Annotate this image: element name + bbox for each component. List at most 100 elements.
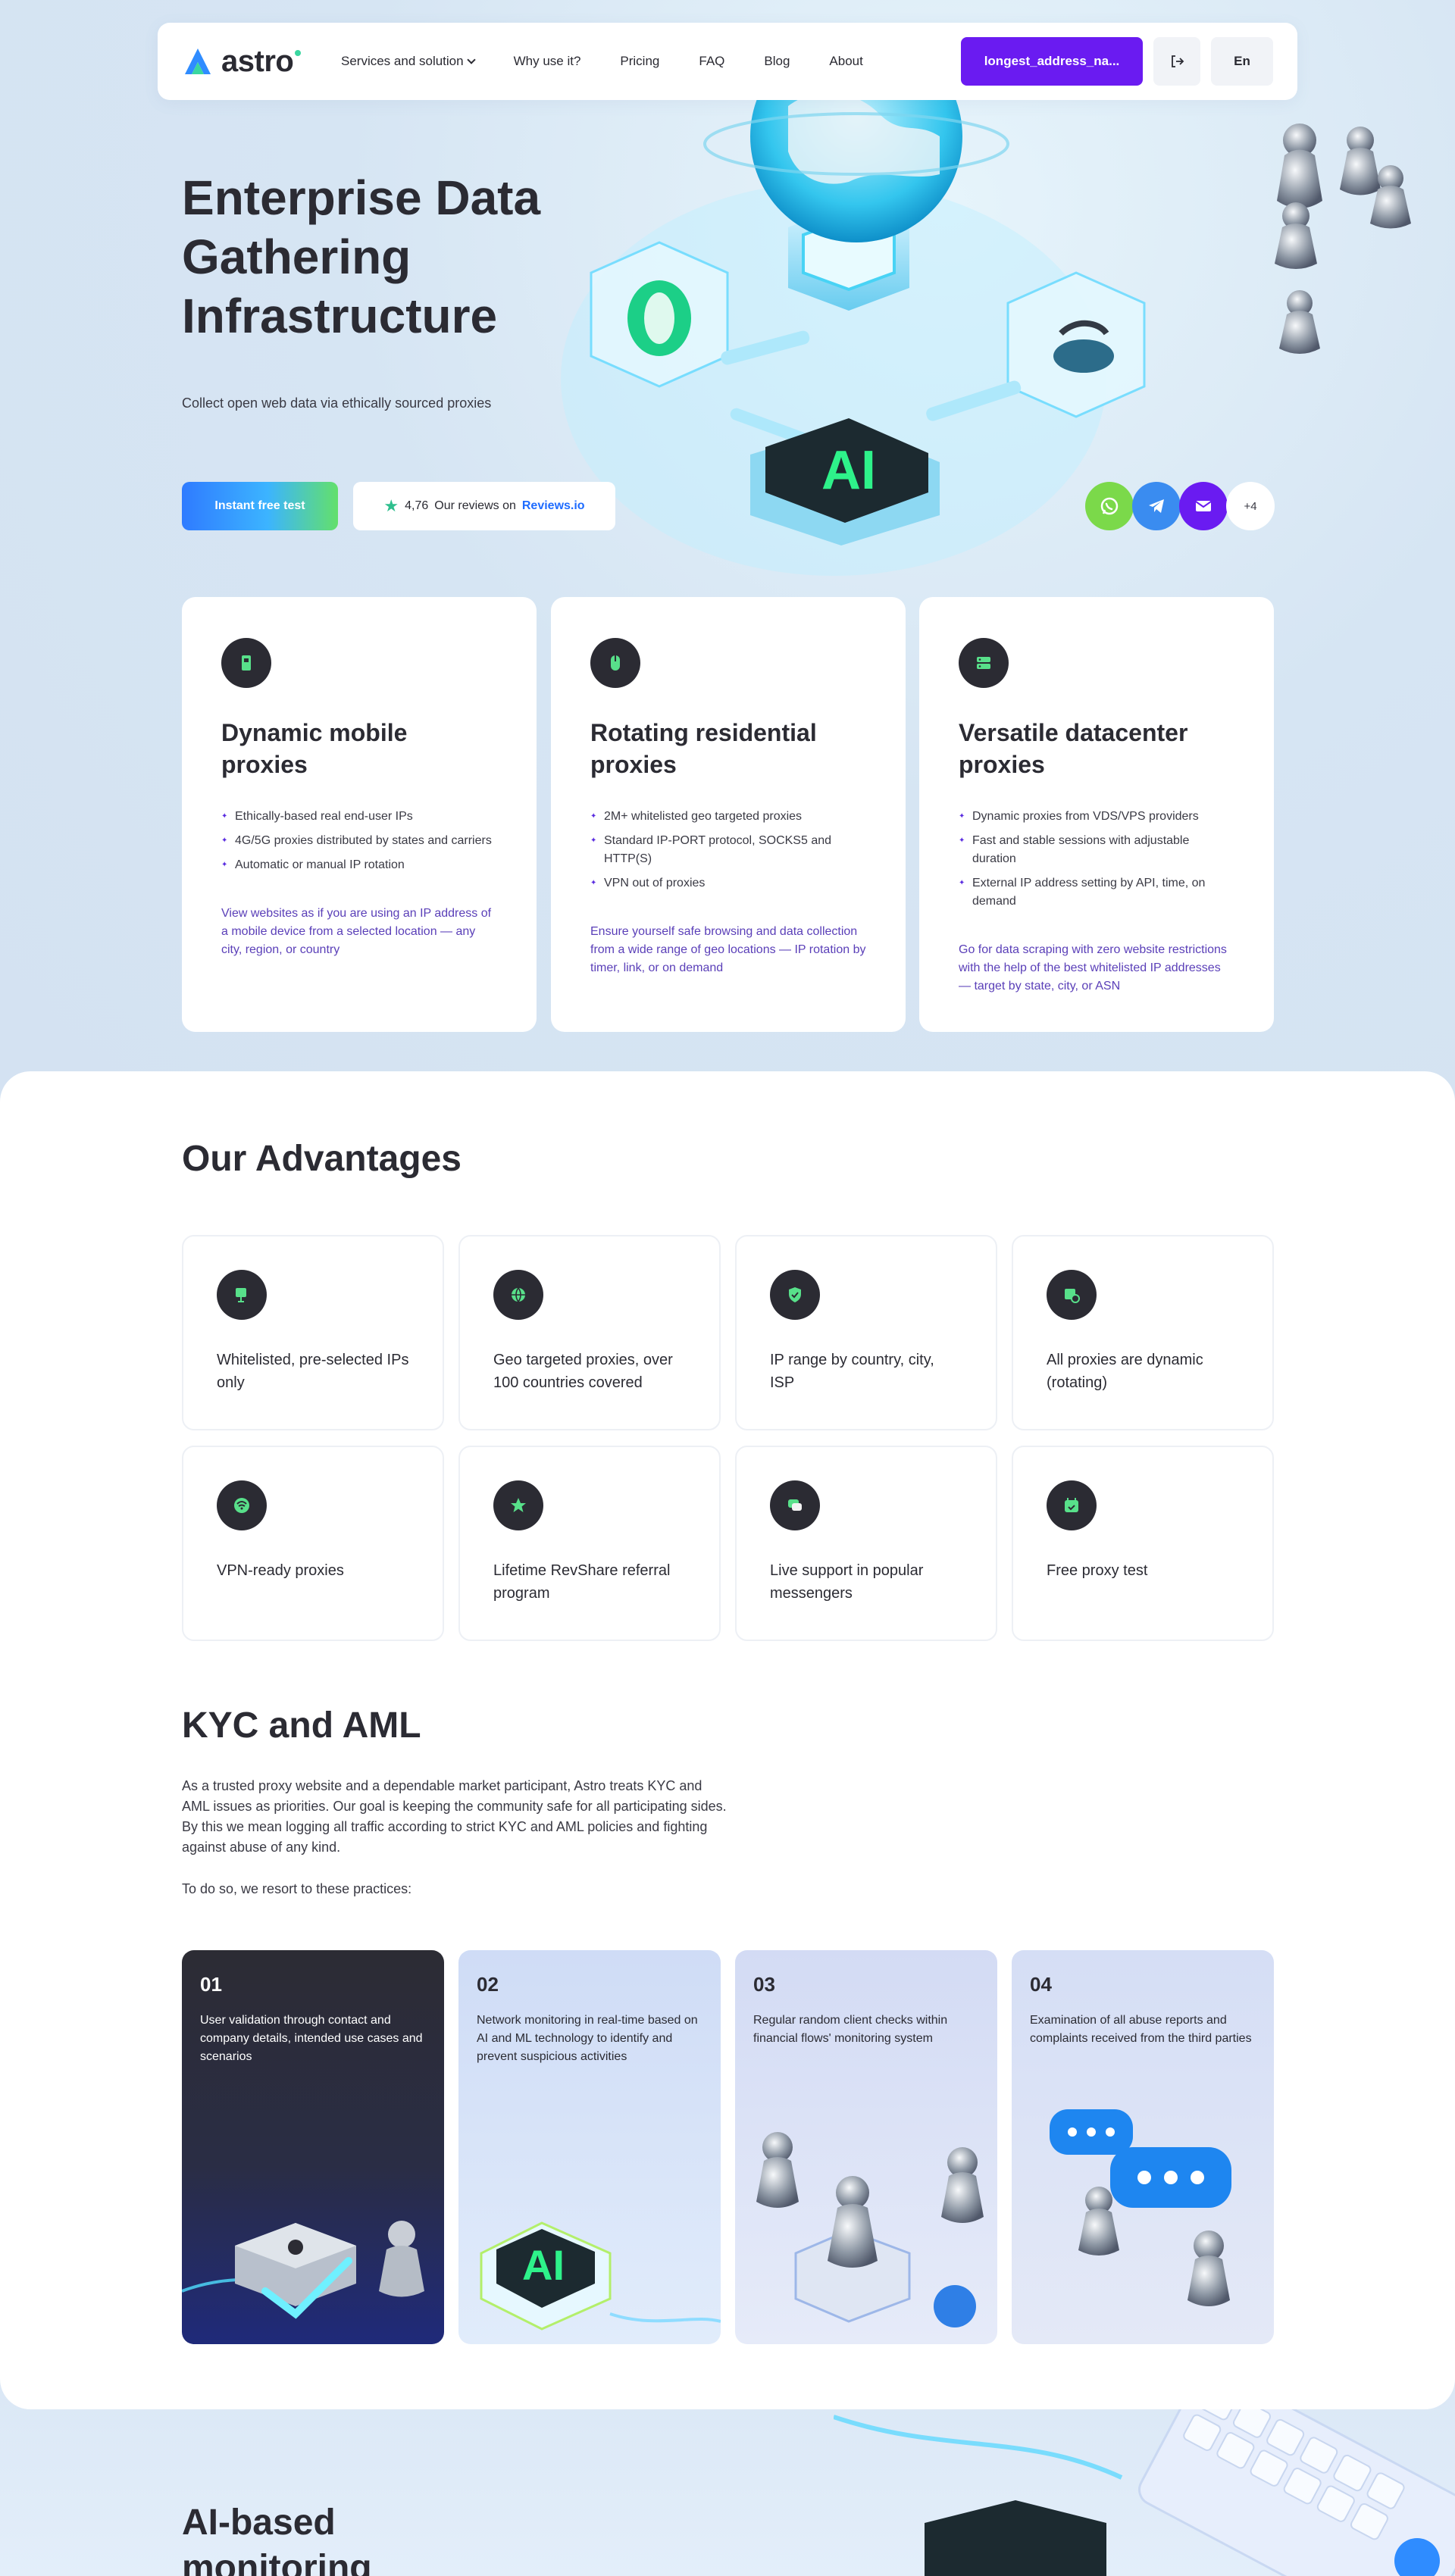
advantage-card: VPN-ready proxies [182,1446,444,1641]
proxy-card-mobile: Dynamic mobile proxies Ethically-based r… [182,597,537,1032]
logout-button[interactable] [1153,37,1200,86]
advantage-text: Free proxy test [1047,1562,1148,1579]
email-button[interactable] [1179,482,1228,530]
logout-icon [1172,55,1184,67]
logo-dot [295,50,302,56]
kyc-paragraph-practices: To do so, we resort to these practices: [182,1881,412,1896]
pawns-illustration [756,2132,984,2327]
mobile-icon [221,638,271,688]
free-test-button[interactable]: Instant free test [182,482,338,530]
reviews-link: Reviews.io [521,499,585,512]
desktop-icon [217,1270,267,1320]
list-item: VPN out of proxies [590,874,866,893]
star-badge-icon [493,1480,543,1530]
reviews-text: Our reviews on [434,499,516,512]
list-item: Dynamic proxies from VDS/VPS providers [959,808,1234,826]
kyc-card-number: 01 [200,1973,222,1996]
whatsapp-button[interactable] [1085,482,1134,530]
rating-value: 4,76 [405,499,429,512]
proxy-card-bullets: Dynamic proxies from VDS/VPS providers F… [959,808,1234,911]
proxy-card-bullets: Ethically-based real end-user IPs 4G/5G … [221,808,497,874]
whatsapp-icon [1100,497,1119,515]
advantage-text: Geo targeted proxies, over 100 countries… [493,1352,673,1391]
advantage-card: All proxies are dynamic (rotating) [1012,1235,1274,1430]
proxy-card-desc: Go for data scraping with zero website r… [959,943,1227,993]
language-button[interactable]: En [1211,37,1273,86]
advantage-text: Live support in popular messengers [770,1562,924,1602]
proxy-card-bullets: 2M+ whitelisted geo targeted proxies Sta… [590,808,866,893]
header-actions: longest_address_na... En [961,37,1273,86]
nav-blog[interactable]: Blog [744,54,809,69]
ai-chip-text: AI [821,440,876,501]
nav-services[interactable]: Services and solution [341,54,494,69]
top-nav-bar: astro Services and solution Why use it? … [158,23,1297,100]
nav-pricing[interactable]: Pricing [600,54,679,69]
advantage-card: Geo targeted proxies, over 100 countries… [458,1235,721,1430]
nav-faq[interactable]: FAQ [679,54,744,69]
advantage-card: IP range by country, city, ISP [735,1235,997,1430]
list-item: Standard IP-PORT protocol, SOCKS5 and HT… [590,832,866,868]
ai-chip-illustration: AI [480,2221,721,2331]
lock-illustration [182,2221,424,2319]
kyc-card-03: 03 Regular random client checks within f… [735,1950,997,2344]
list-item: Ethically-based real end-user IPs [221,808,497,826]
refresh-icon [1047,1270,1097,1320]
nav-about[interactable]: About [809,54,882,69]
advantages-title: Our Advantages [182,1139,462,1179]
nav-services-label: Services and solution [341,54,464,68]
kyc-card-number: 04 [1030,1973,1052,1996]
chevron-down-icon [466,55,476,64]
kyc-card-02: 02 Network monitoring in real-time based… [458,1950,721,2344]
list-item: 4G/5G proxies distributed by states and … [221,832,497,850]
hero-subtitle: Collect open web data via ethically sour… [182,395,492,411]
advantage-text: IP range by country, city, ISP [770,1352,934,1391]
server-icon [959,638,1009,688]
advantage-text: VPN-ready proxies [217,1562,344,1579]
advantage-text: Lifetime RevShare referral program [493,1562,671,1602]
advantage-text: Whitelisted, pre-selected IPs only [217,1352,409,1391]
list-item: External IP address setting by API, time… [959,874,1234,911]
main-nav: Services and solution Why use it? Pricin… [341,54,883,69]
logo-text: astro [221,44,294,78]
account-button[interactable]: longest_address_na... [961,37,1143,86]
wifi-icon [217,1480,267,1530]
logo-icon [185,48,211,74]
kyc-card-01: 01 User validation through contact and c… [182,1950,444,2344]
proxy-card-title: Dynamic mobile proxies [221,719,408,778]
advantage-card: Whitelisted, pre-selected IPs only [182,1235,444,1430]
advantage-card: Live support in popular messengers [735,1446,997,1641]
chat-icon [770,1480,820,1530]
calendar-icon [1047,1480,1097,1530]
more-messengers-button[interactable]: +4 [1226,482,1275,530]
list-item: 2M+ whitelisted geo targeted proxies [590,808,866,826]
reviews-button[interactable]: ★ 4,76 Our reviews on Reviews.io [353,482,615,530]
advantage-card: Lifetime RevShare referral program [458,1446,721,1641]
mouse-icon [590,638,640,688]
kyc-card-text: Examination of all abuse reports and com… [1030,2014,1252,2045]
telegram-button[interactable] [1132,482,1181,530]
proxy-card-desc: Ensure yourself safe browsing and data c… [590,925,866,974]
ai-chip-text: AI [522,2241,565,2289]
kyc-card-text: Network monitoring in real-time based on… [477,2014,698,2063]
advantage-text: All proxies are dynamic (rotating) [1047,1352,1203,1391]
monitoring-title: AI-based monitoring [182,2503,372,2576]
chat-bubbles-illustration [1050,2109,1231,2306]
telegram-icon [1149,499,1164,513]
shield-check-icon [770,1270,820,1320]
proxy-card-title: Rotating residential proxies [590,719,817,778]
nav-why-use[interactable]: Why use it? [494,54,601,69]
kyc-card-number: 03 [753,1973,775,1996]
star-icon: ★ [383,496,399,515]
keyboard-illustration [834,2409,1455,2576]
globe-icon [493,1270,543,1320]
proxy-card-residential: Rotating residential proxies 2M+ whiteli… [551,597,906,1032]
kyc-card-text: User validation through contact and comp… [200,2014,423,2063]
proxy-card-desc: View websites as if you are using an IP … [221,907,492,956]
proxy-card-title: Versatile datacenter proxies [959,719,1188,778]
kyc-card-number: 02 [477,1973,499,1996]
logo[interactable]: astro [182,45,341,79]
hero-title: Enterprise Data Gathering Infrastructure [182,170,541,343]
kyc-card-text: Regular random client checks within fina… [753,2014,948,2045]
advantage-card: Free proxy test [1012,1446,1274,1641]
kyc-card-04: 04 Examination of all abuse reports and … [1012,1950,1274,2344]
